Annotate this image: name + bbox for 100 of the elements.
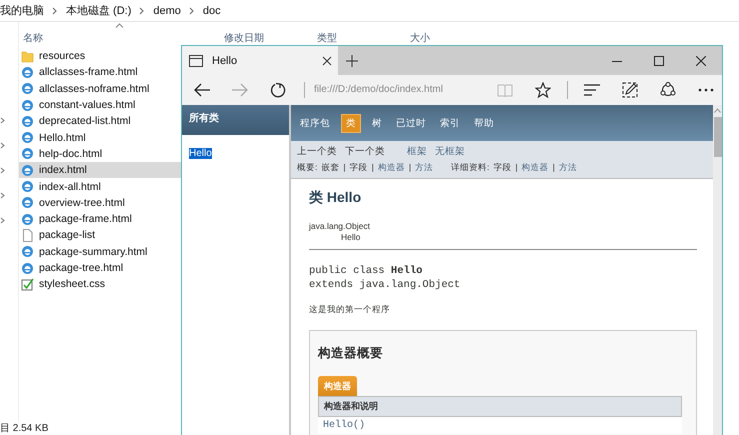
scrollbar-thumb[interactable] bbox=[714, 117, 722, 157]
hub-lines-icon[interactable] bbox=[584, 84, 600, 96]
inheritance-entry: Hello bbox=[340, 232, 362, 243]
column-header[interactable]: 修改日期 bbox=[224, 31, 264, 45]
browser-tab[interactable]: Hello bbox=[182, 46, 338, 75]
nav-link[interactable]: 无框架 bbox=[435, 145, 465, 158]
back-arrow-icon[interactable] bbox=[194, 83, 210, 97]
file-row[interactable]: package-tree.html bbox=[19, 260, 161, 276]
nav-text: 字段 bbox=[350, 162, 368, 174]
file-name: index-all.html bbox=[39, 180, 101, 193]
expand-chevron-icon[interactable] bbox=[0, 192, 5, 199]
file-name: overview-tree.html bbox=[39, 196, 125, 209]
file-row[interactable]: package-frame.html bbox=[19, 210, 161, 228]
file-row[interactable]: index-all.html bbox=[19, 178, 161, 195]
nav-link[interactable]: 构造器 bbox=[378, 162, 405, 174]
close-icon[interactable] bbox=[322, 56, 332, 66]
file-row[interactable]: stylesheet.css bbox=[19, 276, 161, 292]
expand-chevron-icon[interactable] bbox=[0, 167, 5, 174]
file-row[interactable]: constant-values.html bbox=[19, 96, 161, 114]
file-row[interactable]: package-list bbox=[19, 227, 161, 244]
file-row[interactable]: package-summary.html bbox=[19, 244, 161, 260]
nav-tab[interactable]: 程序包 bbox=[297, 114, 333, 132]
file-name: Hello.html bbox=[39, 132, 86, 144]
constructor-link[interactable]: Hello() bbox=[318, 417, 682, 434]
nav-link[interactable]: 方法 bbox=[415, 162, 434, 174]
file-row[interactable]: allclasses-noframe.html bbox=[19, 80, 161, 97]
file-name: package-tree.html bbox=[39, 262, 124, 274]
note-pen-icon[interactable] bbox=[622, 82, 638, 98]
file-name: resources bbox=[39, 50, 86, 62]
browser-file-icon bbox=[21, 164, 34, 177]
class-description: 这是我的第一个程序 bbox=[309, 304, 391, 316]
notepad-check-icon bbox=[21, 278, 34, 291]
nav-text: | bbox=[343, 162, 346, 174]
sort-caret-icon bbox=[115, 23, 124, 28]
file-name: help-doc.html bbox=[39, 148, 102, 160]
file-row[interactable]: help-doc.html bbox=[19, 146, 161, 162]
status-text: 目 2.54 KB bbox=[0, 422, 48, 435]
breadcrumb-item[interactable]: 本地磁盘 (D:) bbox=[66, 3, 132, 18]
nav-text: 下一个类 bbox=[345, 145, 385, 158]
new-tab-icon[interactable] bbox=[346, 54, 358, 66]
file-name: package-list bbox=[39, 229, 96, 242]
breadcrumb-item[interactable]: demo bbox=[153, 4, 181, 16]
expand-chevron-icon[interactable] bbox=[0, 217, 5, 224]
nav-link[interactable]: 框架 bbox=[407, 145, 427, 158]
column-header[interactable]: 类型 bbox=[317, 31, 337, 45]
nav-text: 详细资料: bbox=[451, 162, 490, 174]
nav-text: 嵌套 bbox=[321, 162, 340, 174]
nav-text: | bbox=[515, 162, 518, 174]
inheritance-entry: java.lang.Object bbox=[309, 221, 371, 232]
breadcrumb-item[interactable]: doc bbox=[202, 4, 221, 16]
class-link[interactable]: Hello bbox=[189, 148, 212, 159]
expand-chevron-icon[interactable] bbox=[0, 117, 5, 124]
summary-title: 构造器概要 bbox=[318, 345, 384, 362]
file-row[interactable]: Hello.html bbox=[19, 129, 161, 146]
browser-file-icon bbox=[21, 196, 34, 210]
nav-text: 字段 bbox=[493, 162, 512, 174]
refresh-icon[interactable] bbox=[270, 82, 286, 98]
browser-file-icon bbox=[21, 245, 34, 258]
file-row[interactable]: deprecated-list.html bbox=[19, 113, 161, 130]
file-name: allclasses-frame.html bbox=[39, 66, 138, 78]
column-header[interactable]: 名称 bbox=[23, 31, 43, 45]
class-signature: extends java.lang.Object bbox=[309, 278, 462, 292]
folder-icon bbox=[21, 50, 34, 63]
close-icon[interactable] bbox=[696, 56, 706, 66]
browser-file-icon bbox=[21, 66, 34, 79]
browser-file-icon bbox=[21, 82, 34, 96]
nav-tab[interactable]: 已过时 bbox=[393, 114, 429, 132]
nav-text: | bbox=[408, 162, 412, 174]
browser-file-icon bbox=[21, 114, 34, 128]
maximize-icon[interactable] bbox=[654, 56, 664, 66]
nav-text: 上一个类 bbox=[297, 145, 337, 158]
breadcrumb-item[interactable]: 我的电脑 bbox=[0, 3, 44, 18]
share-icon[interactable] bbox=[660, 82, 676, 98]
table-header: 构造器和说明 bbox=[318, 396, 682, 417]
column-header[interactable]: 大小 bbox=[410, 31, 430, 45]
nav-tab[interactable]: 树 bbox=[369, 114, 385, 132]
file-row[interactable]: overview-tree.html bbox=[19, 194, 161, 211]
tab-title: Hello bbox=[212, 54, 238, 66]
chevron-right-icon bbox=[139, 6, 146, 14]
file-row[interactable]: index.html bbox=[19, 162, 181, 178]
file-icon bbox=[21, 228, 34, 242]
more-icon[interactable] bbox=[698, 88, 714, 92]
file-row[interactable]: allclasses-frame.html bbox=[19, 64, 161, 81]
file-name: index.html bbox=[39, 164, 87, 176]
browser-file-icon bbox=[21, 262, 34, 274]
star-icon[interactable] bbox=[535, 82, 551, 98]
browser-file-icon bbox=[21, 131, 34, 144]
chevron-right-icon bbox=[188, 6, 195, 14]
class-title: 类 Hello bbox=[309, 189, 362, 207]
nav-link[interactable]: 构造器 bbox=[522, 162, 549, 174]
nav-link[interactable]: 方法 bbox=[558, 162, 577, 174]
file-row[interactable]: resources bbox=[19, 48, 161, 64]
file-name: allclasses-noframe.html bbox=[39, 82, 150, 95]
chevron-right-icon bbox=[52, 6, 58, 14]
nav-tab[interactable]: 帮助 bbox=[471, 114, 497, 132]
browser-file-icon bbox=[21, 147, 34, 160]
expand-chevron-icon[interactable] bbox=[0, 142, 5, 149]
nav-text: | bbox=[372, 162, 374, 174]
scrollbar[interactable] bbox=[713, 105, 722, 435]
nav-tab[interactable]: 索引 bbox=[437, 114, 463, 132]
